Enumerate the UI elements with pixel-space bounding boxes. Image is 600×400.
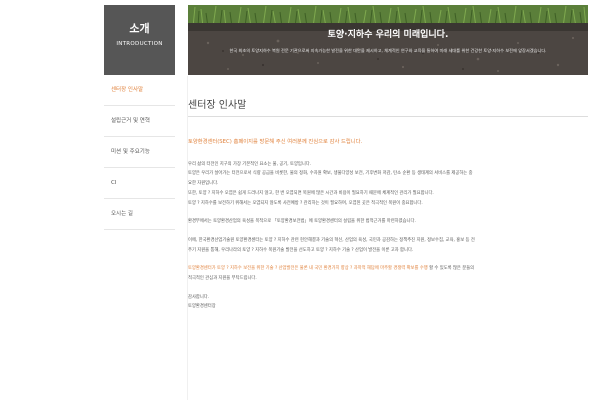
sidebar-header: 소개 INTRODUCTION bbox=[104, 5, 175, 75]
banner-subline: 한국 최초의 토양지하수 복원 전문 기관으로써 지속가능한 발전을 위한 대안… bbox=[229, 48, 547, 53]
paragraph-line: 우리 삶의 터전인 지구의 가장 기본적인 요소는 물, 공기, 토양입니다. bbox=[188, 161, 312, 167]
paragraph-line: 토양 ? 지하수를 보전하기 위해서는 오염되지 않도록 사전예방 ? 관리하는… bbox=[188, 200, 423, 206]
sidebar-menu: 센터장 인사말 설립근거 및 연혁 미션 및 주요기능 CI 오시는 길 bbox=[104, 75, 175, 230]
paragraph-line: 요한 자원입니다. bbox=[188, 181, 219, 187]
paragraph-line: 환경부에서는 토양환경산업의 육성을 목적으로 「토양환경보전법」에 토양환경센… bbox=[188, 219, 416, 225]
lead-text: 토양환경센터(SEC) 홈페이지를 방문해 주신 여러분께 진심으로 감사 드립… bbox=[188, 139, 363, 145]
sidebar-item-ci[interactable]: CI bbox=[104, 168, 175, 199]
sidebar: 소개 INTRODUCTION 센터장 인사말 설립근거 및 연혁 미션 및 주… bbox=[104, 5, 175, 400]
page-title: 센터장 인사말 bbox=[188, 100, 247, 111]
paragraph-line: 또한, 토양 ? 지하수 오염은 쉽게 드러나지 않고, 한 번 오염되면 복원… bbox=[188, 190, 434, 196]
highlight-text: 토양 ? 지하수 보전을 위한 기술 ? 산업발전은 물론 내 국민 환경가치 … bbox=[217, 266, 428, 272]
paragraph-text: 할 수 있도록 많은 분들의 bbox=[427, 266, 475, 272]
paragraph-line: 토양은 우리가 살아가는 터전으로서 식량 공급을 비롯한, 물의 정화, 수자… bbox=[188, 171, 473, 177]
sidebar-item-greeting[interactable]: 센터장 인사말 bbox=[104, 75, 175, 106]
sidebar-item-directions[interactable]: 오시는 길 bbox=[104, 199, 175, 230]
paragraph-line: 이에, 한국환경산업기술원 토양환경센터는 토양 ? 지하수 관련 현안해결과 … bbox=[188, 237, 475, 243]
paragraph-line: 토양환경센터가 토양 ? 지하수 보전을 위한 기술 ? 산업발전은 물론 내 … bbox=[188, 264, 588, 274]
sidebar-subtitle: INTRODUCTION bbox=[116, 41, 163, 47]
sidebar-item-mission[interactable]: 미션 및 주요기능 bbox=[104, 137, 175, 168]
paragraph-line: 주기 지원을 통해, 우리나라의 토양 ? 지하수 복원기술 발전을 선도하고 … bbox=[188, 247, 414, 253]
signature-text: 토양환경센터장 bbox=[188, 304, 216, 310]
paragraph-line: 적극적인 관심과 지원을 부탁드립니다. bbox=[188, 276, 257, 282]
sidebar-item-history[interactable]: 설립근거 및 연혁 bbox=[104, 106, 175, 137]
banner-headline: 토양·지하수 우리의 미래입니다. bbox=[327, 30, 449, 40]
highlight-text: 토양환경센터가 bbox=[188, 266, 218, 272]
hero-banner: 토양·지하수 우리의 미래입니다. 한국 최초의 토양지하수 복원 전문 기관으… bbox=[188, 5, 588, 75]
title-divider bbox=[188, 116, 588, 117]
greeting-content: 토양환경센터(SEC) 홈페이지를 방문해 주신 여러분께 진심으로 감사 드립… bbox=[188, 138, 588, 312]
sidebar-title: 소개 bbox=[129, 22, 150, 35]
closing-text: 감사합니다. bbox=[188, 294, 210, 300]
